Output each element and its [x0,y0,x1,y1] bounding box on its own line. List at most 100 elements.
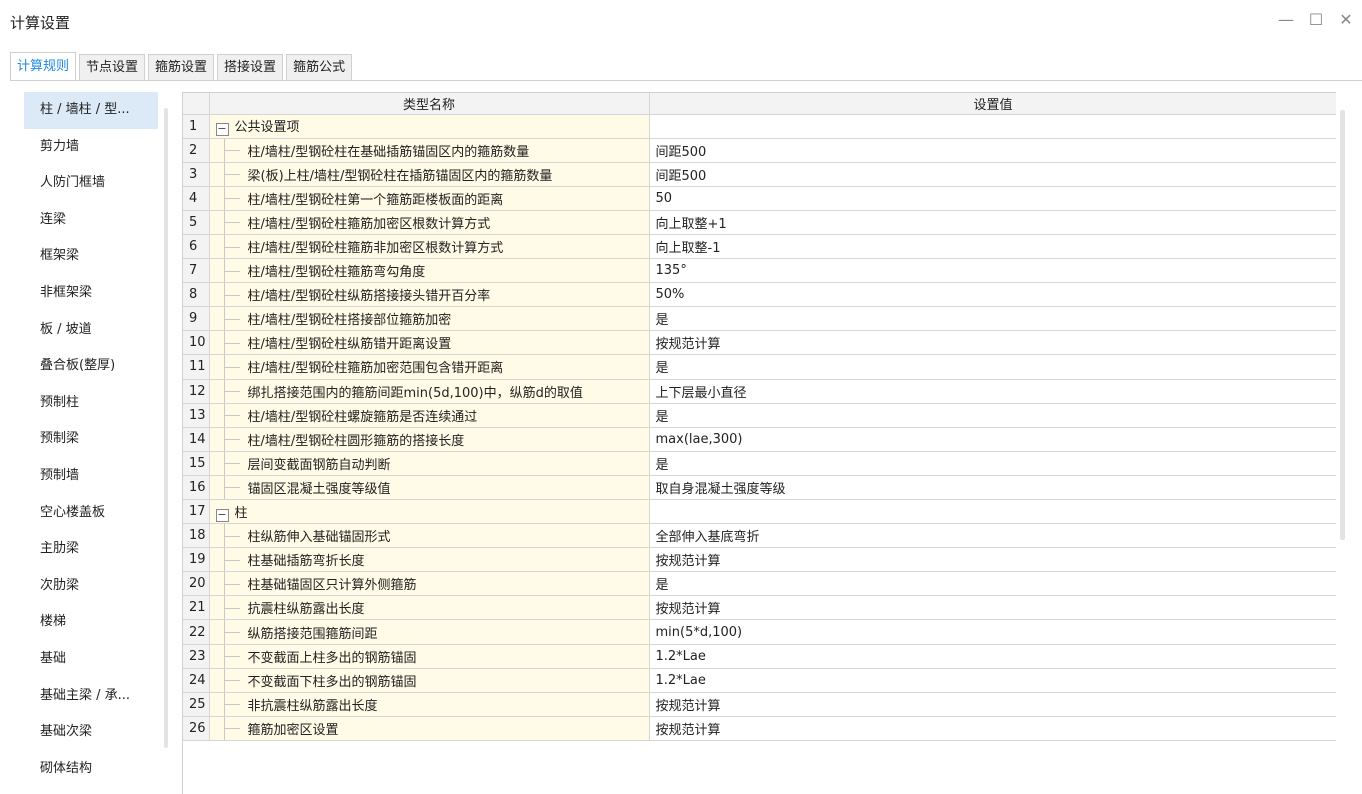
sidebar-item[interactable]: 板 / 坡道 [24,312,170,349]
setting-value-cell[interactable]: 按规范计算 [649,595,1336,621]
setting-name: 柱/墙柱/型钢砼柱箍筋非加密区根数计算方式 [247,241,504,257]
setting-value-cell[interactable]: 50 [649,186,1336,211]
close-icon[interactable]: ✕ [1338,10,1354,29]
setting-value-cell[interactable]: 是 [649,451,1336,476]
setting-name: 不变截面上柱多出的钢筋锚固 [247,650,417,666]
setting-name: 梁(板)上柱/墙柱/型钢砼柱在插筋锚固区内的箍筋数量 [247,168,553,184]
setting-value-cell[interactable]: 是 [649,354,1336,380]
table-row[interactable]: 23 不变截面上柱多出的钢筋锚固 1.2*Lae [183,644,1336,669]
tab-5[interactable]: 箍筋公式 [286,54,353,80]
table-row[interactable]: 19 柱基础插筋弯折长度 按规范计算 [183,547,1336,573]
sidebar-item[interactable]: 连梁 [24,202,170,239]
table-row[interactable]: 16 锚固区混凝土强度等级值 取自身混凝土强度等级 [183,475,1336,501]
table-row[interactable]: 4 柱/墙柱/型钢砼柱第一个箍筋距楼板面的距离 50 [183,186,1336,211]
sidebar-item[interactable]: 空心楼盖板 [24,495,170,532]
column-header-value[interactable]: 设置值 [649,93,1336,115]
sidebar-item[interactable]: 基础主梁 / 承... [24,678,170,715]
table-row[interactable]: 21 抗震柱纵筋露出长度 按规范计算 [183,595,1336,621]
table-row[interactable]: 25 非抗震柱纵筋露出长度 按规范计算 [183,692,1336,717]
minimize-icon[interactable]: — [1278,10,1294,29]
setting-value-cell[interactable]: 间距500 [649,138,1336,163]
setting-value-cell[interactable]: 是 [649,403,1336,428]
row-number: 18 [183,523,210,549]
setting-value-cell[interactable]: 向上取整-1 [649,234,1336,260]
table-row[interactable]: 13 柱/墙柱/型钢砼柱螺旋箍筋是否连续通过 是 [183,403,1336,428]
sidebar-item[interactable]: 非框架梁 [24,275,170,312]
table-row[interactable]: 6 柱/墙柱/型钢砼柱箍筋非加密区根数计算方式 向上取整-1 [183,234,1336,260]
setting-name: 柱/墙柱/型钢砼柱在基础插筋锚固区内的箍筋数量 [247,144,530,160]
table-row[interactable]: 20 柱基础锚固区只计算外侧箍筋 是 [183,571,1336,597]
setting-name-cell: 柱/墙柱/型钢砼柱箍筋加密范围包含错开距离 [209,354,650,380]
tab-1[interactable]: 计算规则 [10,52,77,80]
table-row[interactable]: 14 柱/墙柱/型钢砼柱圆形箍筋的搭接长度 max(lae,300) [183,427,1336,452]
sidebar-item[interactable]: 砌体结构 [24,751,170,788]
setting-value-cell[interactable]: 取自身混凝土强度等级 [649,475,1336,501]
setting-name: 柱/墙柱/型钢砼柱第一个箍筋距楼板面的距离 [247,192,504,208]
setting-name: 绑扎搭接范围内的箍筋间距min(5d,100)中，纵筋d的取值 [247,385,583,401]
group-row[interactable]: 17− 柱 [183,499,1336,525]
table-row[interactable]: 5 柱/墙柱/型钢砼柱箍筋加密区根数计算方式 向上取整+1 [183,210,1336,235]
maximize-icon[interactable]: ☐ [1308,10,1324,29]
setting-name-cell: 柱纵筋伸入基础锚固形式 [209,523,650,549]
sidebar-item[interactable]: 预制柱 [24,385,170,422]
setting-name-cell: 不变截面上柱多出的钢筋锚固 [209,644,650,669]
table-row[interactable]: 3 梁(板)上柱/墙柱/型钢砼柱在插筋锚固区内的箍筋数量 间距500 [183,162,1336,187]
tree-branch [223,415,240,417]
table-row[interactable]: 2 柱/墙柱/型钢砼柱在基础插筋锚固区内的箍筋数量 间距500 [183,138,1336,163]
table-row[interactable]: 24 不变截面下柱多出的钢筋锚固 1.2*Lae [183,668,1336,693]
tab-4[interactable]: 搭接设置 [217,54,284,80]
table-row[interactable]: 8 柱/墙柱/型钢砼柱纵筋搭接接头错开百分率 50% [183,282,1336,308]
table-row[interactable]: 18 柱纵筋伸入基础锚固形式 全部伸入基底弯折 [183,523,1336,549]
setting-value-cell [649,499,1336,525]
table-row[interactable]: 7 柱/墙柱/型钢砼柱箍筋弯勾角度 135° [183,258,1336,284]
setting-value-cell[interactable]: 间距500 [649,162,1336,187]
collapse-toggle-icon[interactable]: − [215,123,229,137]
group-row[interactable]: 1− 公共设置项 [183,114,1336,139]
setting-value-cell[interactable]: 按规范计算 [649,330,1336,356]
setting-value-cell[interactable]: 135° [649,258,1336,284]
collapse-toggle-icon[interactable]: − [215,508,229,522]
setting-value-cell[interactable]: 上下层最小直径 [649,379,1336,404]
sidebar-item[interactable]: 基础 [24,641,170,678]
tree-branch [223,198,240,200]
table-row[interactable]: 9 柱/墙柱/型钢砼柱搭接部位箍筋加密 是 [183,306,1336,332]
setting-value-cell[interactable]: 按规范计算 [649,692,1336,717]
setting-value-cell[interactable]: 50% [649,282,1336,308]
grid-scrollbar[interactable] [1340,110,1345,540]
sidebar-item[interactable]: 楼梯 [24,604,170,641]
sidebar-item[interactable]: 框架梁 [24,238,170,275]
setting-value-cell[interactable]: 1.2*Lae [649,644,1336,669]
sidebar-item[interactable]: 柱 / 墙柱 / 型... [24,92,158,129]
setting-name: 层间变截面钢筋自动判断 [247,457,391,473]
setting-value-cell[interactable]: 是 [649,306,1336,332]
setting-value-cell[interactable]: min(5*d,100) [649,619,1336,645]
table-row[interactable]: 15 层间变截面钢筋自动判断 是 [183,451,1336,476]
tree-branch [223,487,240,489]
table-row[interactable]: 26 箍筋加密区设置 按规范计算 [183,716,1336,741]
table-row[interactable]: 12 绑扎搭接范围内的箍筋间距min(5d,100)中，纵筋d的取值 上下层最小直径 [183,379,1336,404]
table-row[interactable]: 10 柱/墙柱/型钢砼柱纵筋错开距离设置 按规范计算 [183,330,1336,356]
sidebar-item[interactable]: 剪力墙 [24,129,170,166]
sidebar-item[interactable]: 叠合板(整厚) [24,348,170,385]
setting-value-cell[interactable]: 1.2*Lae [649,668,1336,693]
tab-2[interactable]: 节点设置 [79,54,146,80]
table-row[interactable]: 11 柱/墙柱/型钢砼柱箍筋加密范围包含错开距离 是 [183,354,1336,380]
table-row[interactable]: 22 纵筋搭接范围箍筋间距 min(5*d,100) [183,619,1336,645]
tab-3[interactable]: 箍筋设置 [148,54,215,80]
sidebar-item[interactable]: 人防门框墙 [24,165,170,202]
column-header-name[interactable]: 类型名称 [209,93,650,115]
sidebar-item[interactable]: 基础次梁 [24,714,170,751]
sidebar-scrollbar[interactable] [164,108,168,748]
sidebar-item[interactable]: 次肋梁 [24,568,170,605]
setting-value-cell[interactable]: 全部伸入基底弯折 [649,523,1336,549]
setting-value-cell[interactable]: 按规范计算 [649,547,1336,573]
tree-branch [223,391,240,393]
row-number: 16 [183,475,210,501]
sidebar-item[interactable]: 主肋梁 [24,531,170,568]
sidebar-item[interactable]: 预制墙 [24,458,170,495]
setting-value-cell[interactable]: max(lae,300) [649,427,1336,452]
setting-value-cell[interactable]: 按规范计算 [649,716,1336,741]
setting-value-cell[interactable]: 是 [649,571,1336,597]
sidebar-item[interactable]: 预制梁 [24,421,170,458]
setting-value-cell[interactable]: 向上取整+1 [649,210,1336,235]
